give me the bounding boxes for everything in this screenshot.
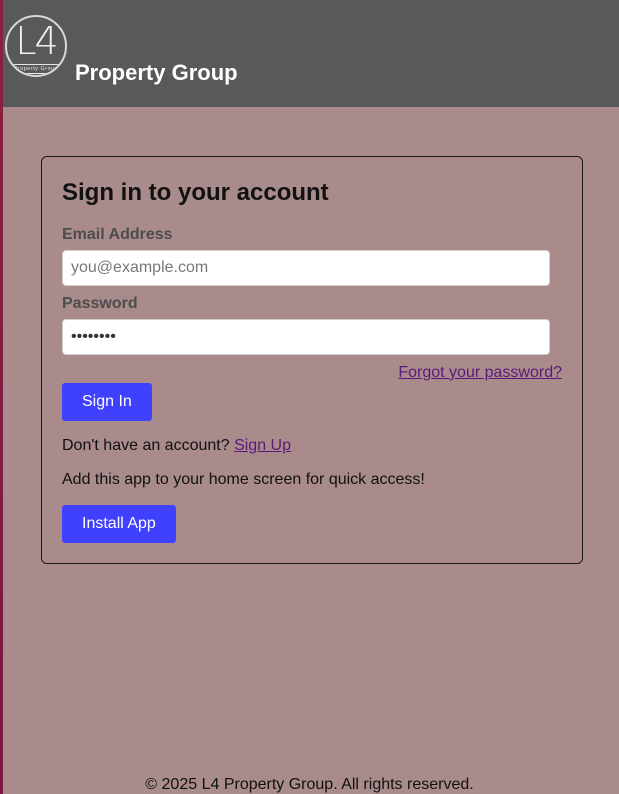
- logo-divider: [10, 64, 62, 65]
- logo-divider-bottom: [10, 73, 62, 74]
- site-header: L4 Property Group Property Group: [3, 0, 619, 107]
- no-account-text: Don't have an account?: [62, 437, 230, 454]
- signup-prompt: Don't have an account? Sign Up: [62, 437, 291, 455]
- signin-card: Sign in to your account Email Address Pa…: [41, 156, 583, 564]
- signin-button[interactable]: Sign In: [62, 383, 152, 421]
- brand-name: Property Group: [75, 60, 238, 85]
- logo-mark: L4: [15, 19, 58, 63]
- forgot-password-link[interactable]: Forgot your password?: [398, 364, 562, 382]
- install-prompt: Add this app to your home screen for qui…: [62, 471, 425, 488]
- password-label: Password: [62, 295, 138, 312]
- password-field[interactable]: [62, 319, 550, 355]
- email-label: Email Address: [62, 226, 173, 243]
- company-logo[interactable]: L4 Property Group: [5, 15, 67, 77]
- logo-subtitle: Property Group: [13, 66, 59, 72]
- left-edge-strip: [0, 0, 3, 794]
- footer-copyright: © 2025 L4 Property Group. All rights res…: [145, 776, 474, 793]
- install-app-button[interactable]: Install App: [62, 505, 176, 543]
- signup-link[interactable]: Sign Up: [234, 437, 291, 454]
- email-field[interactable]: [62, 250, 550, 286]
- signin-title: Sign in to your account: [62, 179, 329, 206]
